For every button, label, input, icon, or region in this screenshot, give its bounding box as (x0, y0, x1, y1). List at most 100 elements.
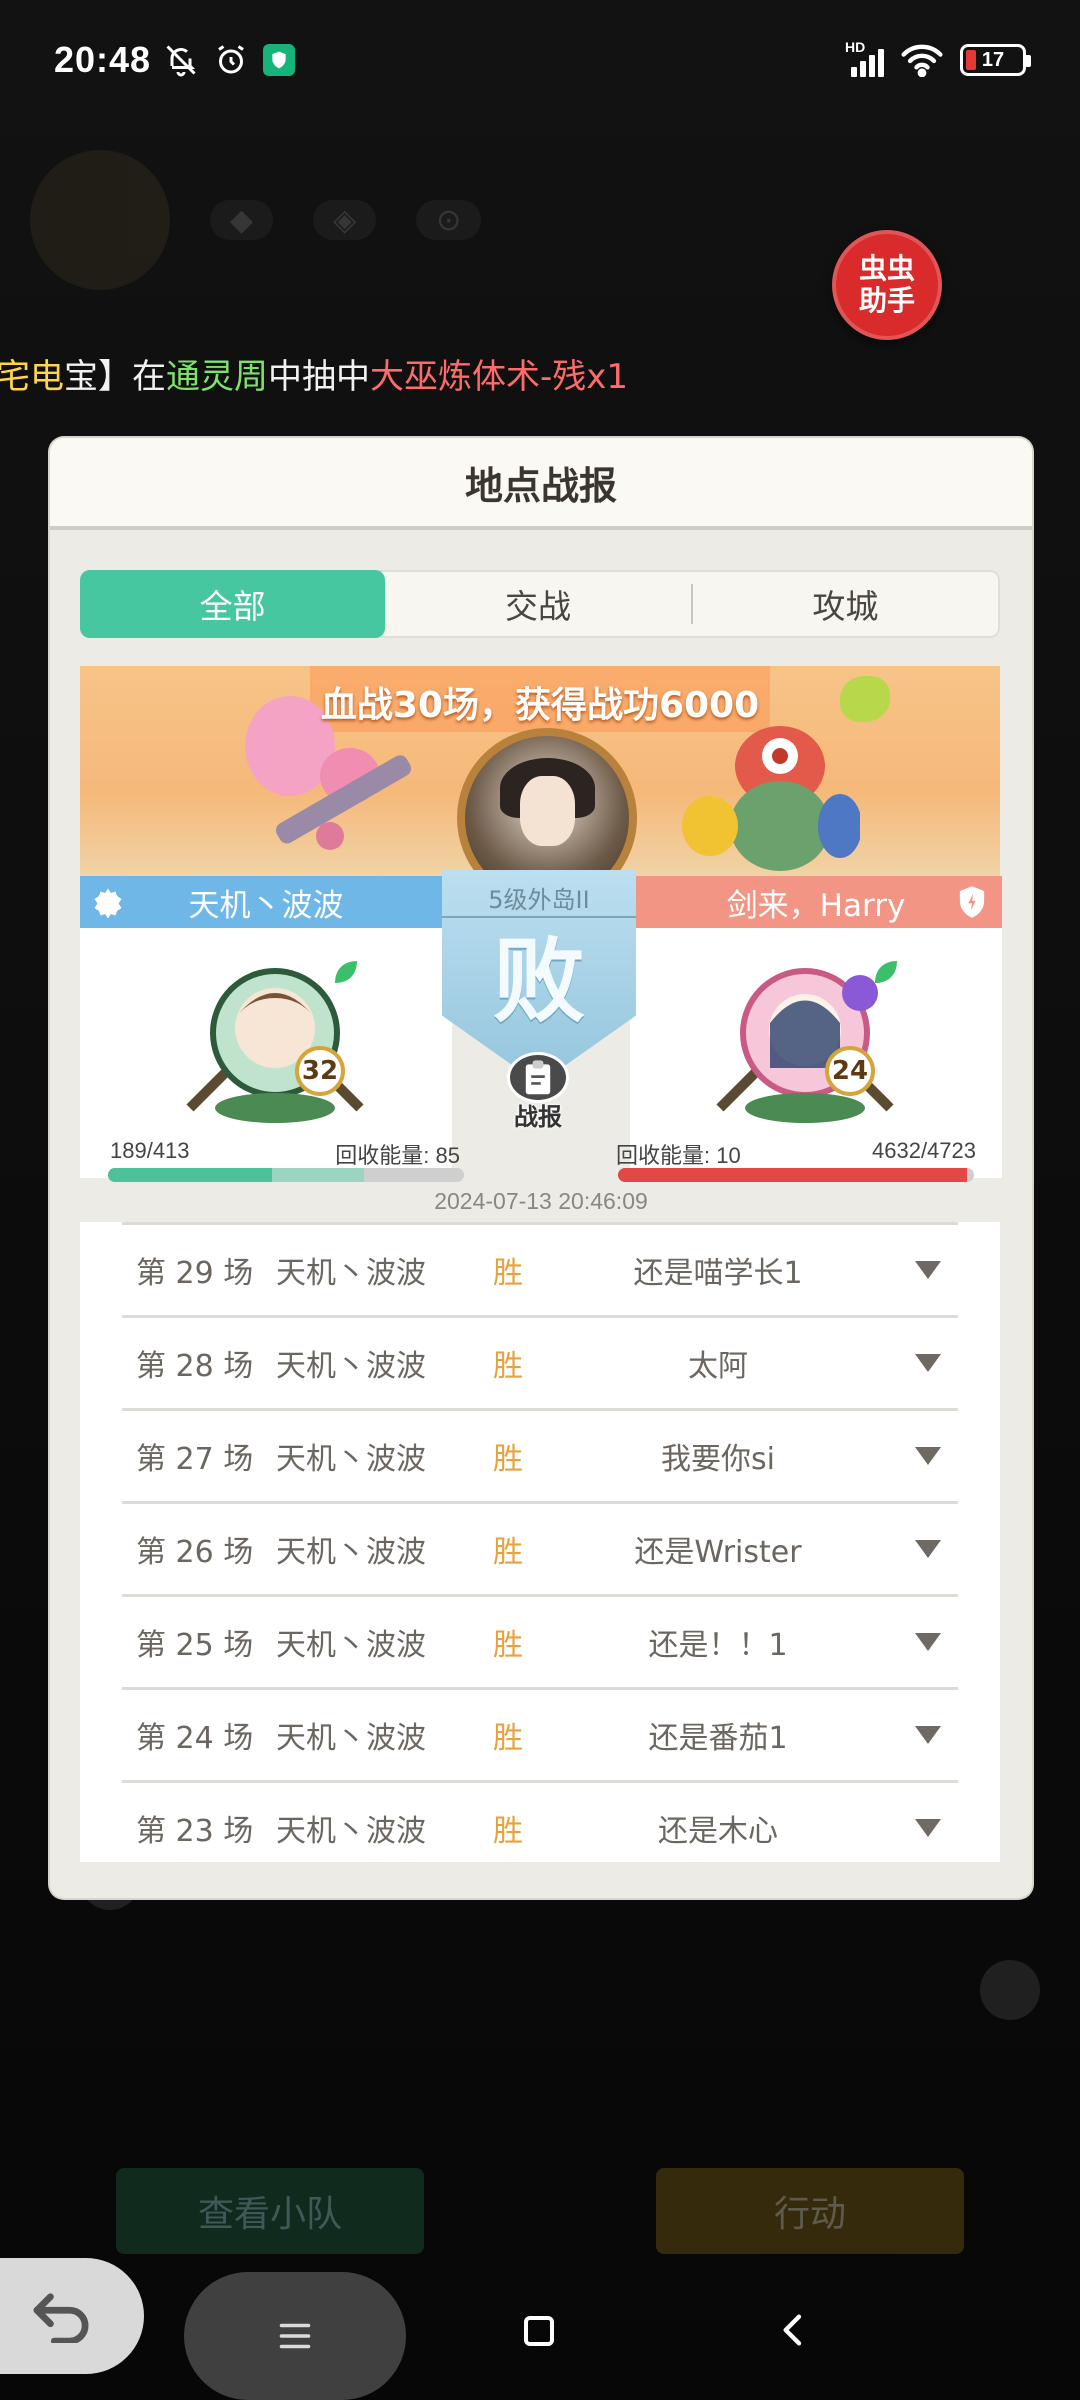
triangle-down-icon (915, 1540, 941, 1558)
triangle-down-icon (915, 1633, 941, 1651)
leaf-icon (335, 961, 357, 983)
left-level-badge: 32 (295, 1046, 345, 1096)
wifi-icon (901, 44, 943, 77)
report-label: 战报 (514, 1103, 562, 1131)
defender-name: 还是！！1 (648, 1628, 788, 1663)
round-number: 第 23 场 (136, 1814, 254, 1849)
hero-avatar (457, 728, 637, 876)
battle-timestamp: 2024-07-13 20:46:09 (434, 1188, 648, 1214)
undo-icon (33, 2293, 89, 2343)
left-player-name-bar: 天机丶波波 (80, 876, 452, 928)
round-number: 第 27 场 (136, 1442, 254, 1477)
expand-toggle[interactable] (898, 1447, 958, 1465)
round-result: 胜 (493, 1814, 523, 1849)
gear-team-icon (88, 882, 128, 922)
tab-battle[interactable]: 交战 (385, 572, 690, 636)
battle-list: 第 29 场天机丶波波胜还是喵学长1 第 28 场天机丶波波胜太阿第 27 场天机… (80, 1222, 1000, 1862)
tab-siege[interactable]: 攻城 (693, 572, 998, 636)
nav-back-button[interactable] (774, 2310, 814, 2350)
round-number: 第 24 场 (136, 1721, 254, 1756)
battle-row[interactable]: 第 26 场天机丶波波 胜 还是Wrister (122, 1501, 958, 1594)
defender-name: 太阿 (688, 1349, 748, 1384)
triangle-down-icon (915, 1819, 941, 1837)
battle-result: 败 (492, 926, 585, 1035)
battle-banner: 血战30场，获得战功6000 (80, 666, 1000, 876)
right-recycle-energy: 回收能量: 10 (616, 1143, 741, 1168)
battle-report-button[interactable]: 战报 (498, 1052, 578, 1132)
round-number: 第 28 场 (136, 1349, 254, 1384)
right-level-badge: 24 (825, 1046, 875, 1096)
triangle-down-icon (915, 1354, 941, 1372)
triangle-down-icon (915, 1261, 941, 1279)
nav-menu-button[interactable] (184, 2272, 406, 2400)
left-recycle-energy: 回收能量: 85 (335, 1143, 460, 1168)
round-result: 胜 (493, 1442, 523, 1477)
background-icon (980, 1960, 1040, 2020)
action-button: 行动 (656, 2168, 964, 2254)
dialog-title: 地点战报 (50, 438, 1032, 530)
defender-name: 我要你si (661, 1442, 775, 1477)
battle-report-dialog: 地点战报 全部 交战 攻城 血战30场，获得战功6000 32 24 天机丶波波… (50, 438, 1032, 1898)
expand-toggle[interactable] (898, 1819, 958, 1837)
expand-toggle[interactable] (898, 1261, 958, 1279)
battery-icon: 17 (960, 44, 1031, 76)
left-player-name: 天机丶波波 (188, 887, 344, 924)
expand-toggle[interactable] (898, 1540, 958, 1558)
battle-row[interactable]: 第 27 场天机丶波波 胜 我要你si (122, 1408, 958, 1501)
attacker-name: 天机丶波波 (276, 1256, 426, 1291)
expand-toggle[interactable] (898, 1633, 958, 1651)
attacker-name: 天机丶波波 (276, 1349, 426, 1384)
round-number: 第 26 场 (136, 1535, 254, 1570)
defender-name: 还是Wrister (634, 1535, 802, 1570)
battle-row[interactable]: 第 25 场天机丶波波 胜 还是！！1 (122, 1594, 958, 1687)
menu-icon (279, 2323, 311, 2349)
alarm-icon (218, 45, 244, 74)
right-player-stats: 回收能量: 10 4632/4723 (616, 1138, 976, 1170)
floating-back-button[interactable] (0, 2258, 144, 2374)
round-result: 胜 (493, 1349, 523, 1384)
view-team-button: 查看小队 (116, 2168, 424, 2254)
right-player-name: 剑来，Harry (726, 887, 906, 924)
right-player-avatar[interactable]: 24 (710, 958, 900, 1128)
announcement-ticker: 宅电 宝】在 通灵周 中抽中 大巫炼体术-残x1 (0, 356, 629, 397)
round-result: 胜 (493, 1721, 523, 1756)
leaf-icon (875, 961, 897, 983)
filter-tabs: 全部 交战 攻城 (80, 570, 1000, 638)
clock: 20:48 (54, 39, 152, 80)
attacker-name: 天机丶波波 (276, 1535, 426, 1570)
right-hp-value: 4632/4723 (872, 1138, 976, 1163)
right-player-name-bar: 剑来，Harry (630, 876, 1002, 928)
round-number: 第 29 场 (136, 1256, 254, 1291)
right-hp-bar (618, 1168, 974, 1182)
security-icon (263, 44, 296, 76)
left-hp-bar (108, 1168, 464, 1182)
shield-team-icon (952, 882, 992, 922)
triangle-down-icon (915, 1447, 941, 1465)
mute-bell-icon (166, 45, 196, 77)
battle-row[interactable]: 第 28 场天机丶波波 胜 太阿 (122, 1315, 958, 1408)
battle-row[interactable]: 第 29 场天机丶波波 胜 还是喵学长1 (122, 1222, 958, 1315)
attacker-name: 天机丶波波 (276, 1721, 426, 1756)
triangle-down-icon (915, 1726, 941, 1744)
nav-home-button[interactable] (524, 2316, 554, 2346)
left-hp-value: 189/413 (110, 1138, 190, 1163)
round-number: 第 25 场 (136, 1628, 254, 1663)
defender-name: 还是番茄1 (648, 1721, 788, 1756)
left-player-avatar[interactable]: 32 (180, 958, 370, 1128)
attacker-name: 天机丶波波 (276, 1628, 426, 1663)
left-player-stats: 189/413 回收能量: 85 (110, 1138, 470, 1170)
defender-name: 还是喵学长1 (633, 1256, 803, 1291)
defender-name: 还是木心 (658, 1814, 778, 1849)
battle-row[interactable]: 第 23 场天机丶波波 胜 还是木心 (122, 1780, 958, 1862)
banner-title: 血战30场，获得战功6000 (320, 685, 760, 726)
expand-toggle[interactable] (898, 1726, 958, 1744)
round-result: 胜 (493, 1628, 523, 1663)
battle-row[interactable]: 第 24 场天机丶波波 胜 还是番茄1 (122, 1687, 958, 1780)
tab-all[interactable]: 全部 (80, 570, 386, 638)
clipboard-icon (507, 1052, 569, 1103)
cell-signal-icon: HD (845, 39, 884, 77)
expand-toggle[interactable] (898, 1354, 958, 1372)
helper-bubble-button[interactable]: 虫虫 助手 (832, 230, 942, 340)
attacker-name: 天机丶波波 (276, 1814, 426, 1849)
round-result: 胜 (493, 1256, 523, 1291)
